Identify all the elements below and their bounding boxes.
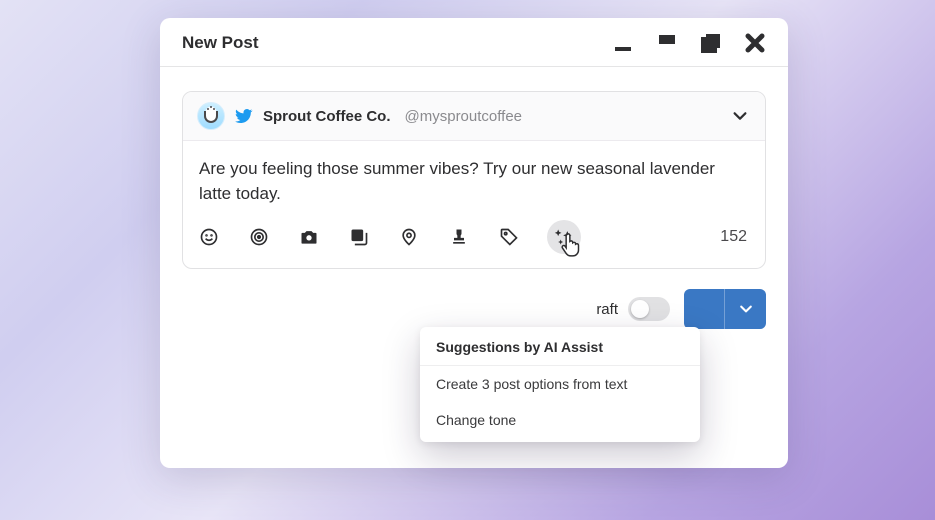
draft-toggle[interactable] bbox=[628, 297, 670, 321]
compose-account-row: Sprout Coffee Co. @mysproutcoffee bbox=[183, 92, 765, 141]
location-pin-icon[interactable] bbox=[397, 225, 421, 249]
twitter-icon bbox=[235, 107, 253, 125]
compose-textarea[interactable]: Are you feeling those summer vibes? Try … bbox=[183, 141, 765, 210]
modal-title: New Post bbox=[182, 33, 259, 53]
primary-action-button[interactable] bbox=[684, 289, 724, 329]
emoji-icon[interactable] bbox=[197, 225, 221, 249]
close-button[interactable] bbox=[744, 32, 766, 54]
modal-header: New Post bbox=[160, 18, 788, 67]
modal-body: Sprout Coffee Co. @mysproutcoffee Are yo… bbox=[160, 67, 788, 345]
camera-icon[interactable] bbox=[297, 225, 321, 249]
ai-assist-popover: Suggestions by AI Assist Create 3 post o… bbox=[420, 327, 700, 442]
ai-popover-item[interactable]: Change tone bbox=[420, 402, 700, 442]
compose-toolbar: 152 bbox=[183, 210, 765, 268]
new-post-modal: New Post Spro bbox=[160, 18, 788, 468]
account-dropdown-button[interactable] bbox=[729, 105, 751, 127]
account-name: Sprout Coffee Co. bbox=[263, 108, 391, 125]
ai-popover-item[interactable]: Create 3 post options from text bbox=[420, 366, 700, 402]
ai-assist-icon[interactable] bbox=[547, 220, 581, 254]
compose-card: Sprout Coffee Co. @mysproutcoffee Are yo… bbox=[182, 91, 766, 269]
account-avatar bbox=[197, 102, 225, 130]
footer-row: raft bbox=[182, 289, 766, 329]
primary-action-split-button bbox=[684, 289, 766, 329]
ai-popover-title: Suggestions by AI Assist bbox=[420, 327, 700, 366]
header-actions bbox=[612, 32, 766, 54]
account-selector[interactable]: Sprout Coffee Co. @mysproutcoffee bbox=[197, 102, 522, 130]
media-stack-icon[interactable] bbox=[347, 225, 371, 249]
collapse-button[interactable] bbox=[656, 32, 678, 54]
stamp-icon[interactable] bbox=[447, 225, 471, 249]
account-handle: @mysproutcoffee bbox=[405, 108, 523, 125]
duplicate-button[interactable] bbox=[700, 32, 722, 54]
toolbar-left bbox=[197, 220, 581, 254]
draft-toggle-label: raft bbox=[596, 301, 618, 318]
tag-icon[interactable] bbox=[497, 225, 521, 249]
target-icon[interactable] bbox=[247, 225, 271, 249]
draft-toggle-group: raft bbox=[596, 297, 670, 321]
character-count: 152 bbox=[720, 228, 747, 246]
primary-action-dropdown[interactable] bbox=[724, 289, 766, 329]
minimize-button[interactable] bbox=[612, 32, 634, 54]
